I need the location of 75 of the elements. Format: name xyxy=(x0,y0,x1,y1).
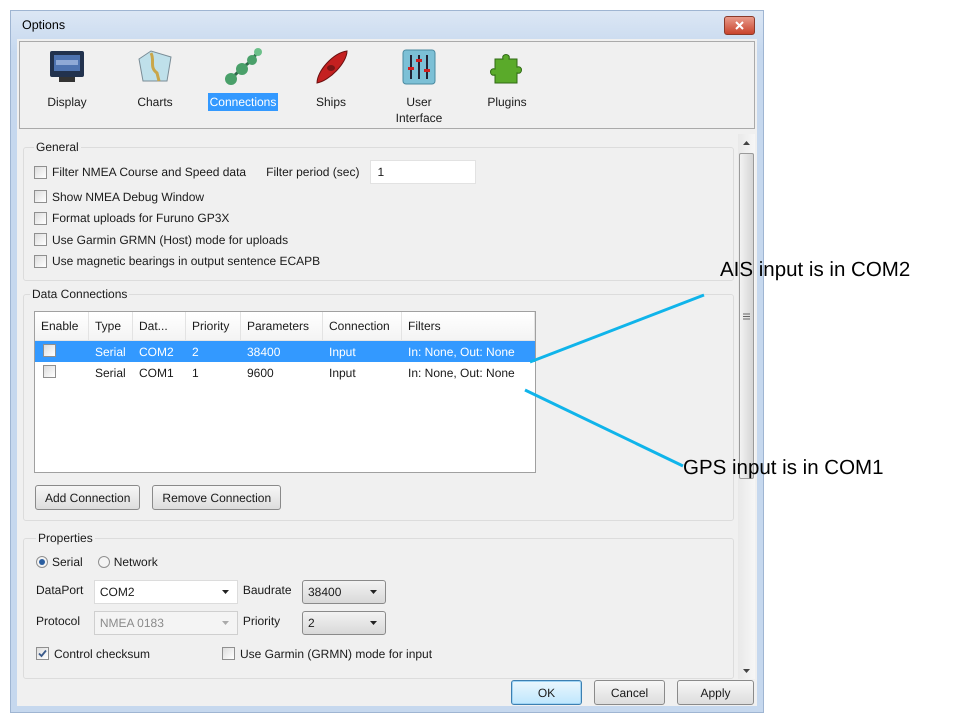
category-tab[interactable]: Ships xyxy=(300,93,362,111)
category-tab[interactable]: User Interface xyxy=(388,93,450,127)
close-button[interactable] xyxy=(724,16,755,34)
field-label: Filter period (sec) xyxy=(266,165,360,179)
checkbox-label: Use magnetic bearings in output sentence ECAPB xyxy=(52,254,320,268)
group-title: Data Connections xyxy=(31,287,128,301)
field-label: Priority xyxy=(242,613,282,628)
checkbox[interactable] xyxy=(34,254,47,268)
close-icon xyxy=(735,20,744,30)
checkbox[interactable] xyxy=(222,647,235,660)
table-cell-text: In: None, Out: None xyxy=(407,366,516,380)
table-cell-text: COM1 xyxy=(138,366,175,380)
checkbox[interactable] xyxy=(36,647,49,660)
enable-checkbox[interactable] xyxy=(43,344,56,356)
annotation-text: GPS input is in COM1 xyxy=(683,456,884,480)
column-header[interactable]: Connection xyxy=(323,312,402,340)
table-row[interactable]: Serial COM1 1 9600 Input In: None, Out: None xyxy=(35,362,535,383)
scroll-up-icon[interactable] xyxy=(743,140,750,144)
radio-label: Serial xyxy=(52,555,83,569)
column-header[interactable]: Parameters xyxy=(241,312,323,340)
column-header[interactable]: Priority xyxy=(186,312,241,340)
table-cell-text: 1 xyxy=(191,366,200,380)
group-title: General xyxy=(35,140,80,154)
scroll-down-icon[interactable] xyxy=(743,668,750,672)
category-tab[interactable]: Charts xyxy=(124,93,186,111)
combo-box[interactable]: COM2 xyxy=(94,580,238,604)
table-cell-text: Serial xyxy=(94,344,127,358)
column-header[interactable]: Type xyxy=(89,312,133,340)
annotation-text: AIS input is in COM2 xyxy=(720,258,910,282)
checkbox-label: Use Garmin GRMN (Host) mode for uploads xyxy=(52,232,288,247)
checkbox-label: Show NMEA Debug Window xyxy=(52,190,204,204)
column-header[interactable]: Enable xyxy=(35,312,89,340)
checkbox[interactable] xyxy=(34,190,47,204)
field-label: DataPort xyxy=(36,582,84,597)
table-cell-text: 38400 xyxy=(246,344,282,358)
enable-checkbox[interactable] xyxy=(43,364,56,378)
input-field[interactable]: 1 xyxy=(370,160,476,184)
connection-button[interactable]: Remove Connection xyxy=(152,485,282,510)
caret-icon xyxy=(370,621,377,625)
table-cell-text: Input xyxy=(328,344,357,358)
radio-label: Network xyxy=(114,555,158,569)
table-cell-text: 9600 xyxy=(246,366,275,380)
connection-button[interactable]: Add Connection xyxy=(35,485,140,510)
field-label: Baudrate xyxy=(242,582,293,597)
checkbox[interactable] xyxy=(34,233,47,246)
caret-icon xyxy=(222,621,229,625)
nodes-icon[interactable] xyxy=(223,47,263,87)
window-title: Options xyxy=(22,18,66,32)
caret-icon xyxy=(370,590,377,594)
category-tab[interactable]: Plugins xyxy=(476,93,538,111)
checkbox[interactable] xyxy=(34,212,47,225)
checkbox-label: Filter NMEA Course and Speed data xyxy=(52,165,246,179)
field-label: Protocol xyxy=(36,613,82,628)
combo-box[interactable]: 2 xyxy=(302,611,386,635)
dialog-button[interactable]: Cancel xyxy=(594,680,665,705)
checkbox-label: Control checksum xyxy=(54,646,150,661)
radio-button[interactable] xyxy=(36,556,48,568)
dialog-button[interactable]: OK xyxy=(511,680,582,705)
checkbox[interactable] xyxy=(34,166,47,178)
dialog-button[interactable]: Apply xyxy=(677,680,754,705)
combo-box[interactable]: 38400 xyxy=(302,580,386,604)
radio-button[interactable] xyxy=(98,556,110,568)
group-title: Properties xyxy=(37,531,94,545)
table-cell-text: Serial xyxy=(94,366,127,380)
grip-icon xyxy=(743,312,750,320)
column-header[interactable]: Filters xyxy=(402,312,535,340)
table-cell-text: COM2 xyxy=(138,344,175,358)
table-cell-text: 2 xyxy=(191,344,200,358)
table-cell-text: Input xyxy=(328,366,357,380)
checkbox-label: Format uploads for Furuno GP3X xyxy=(52,211,230,226)
table-cell-text: In: None, Out: None xyxy=(407,344,516,358)
caret-icon xyxy=(222,590,229,594)
checkbox-label: Use Garmin (GRMN) mode for input xyxy=(240,646,432,661)
category-tab[interactable]: Display xyxy=(36,93,98,111)
column-header[interactable]: Dat... xyxy=(133,312,186,340)
